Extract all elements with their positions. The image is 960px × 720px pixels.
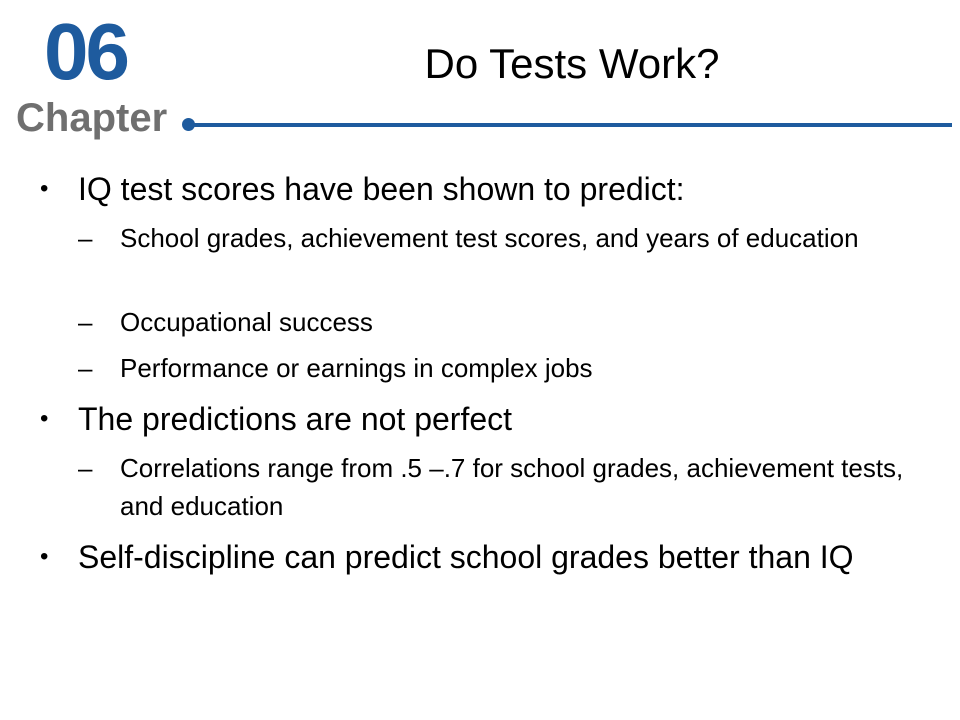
sub-bullet-text: School grades, achievement test scores, … bbox=[120, 223, 859, 253]
sub-bullet-item: – Occupational success bbox=[78, 303, 920, 341]
sub-bullet-item: – School grades, achievement test scores… bbox=[78, 219, 920, 257]
slide-title: Do Tests Work? bbox=[424, 40, 720, 87]
sub-bullet-marker: – bbox=[78, 307, 93, 337]
bullet-marker: • bbox=[40, 543, 49, 570]
bullet-text: IQ test scores have been shown to predic… bbox=[78, 171, 685, 207]
sub-bullet-marker: – bbox=[78, 353, 93, 383]
sub-bullet-marker: – bbox=[78, 453, 93, 483]
sub-bullet-text: Performance or earnings in complex jobs bbox=[120, 353, 593, 383]
bullet-item: • IQ test scores have been shown to pred… bbox=[40, 168, 948, 210]
slide: 06 Chapter Do Tests Work? • IQ test scor… bbox=[0, 0, 960, 720]
sub-bullet-item: – Performance or earnings in complex job… bbox=[78, 349, 920, 387]
title-rule bbox=[188, 123, 952, 127]
bullet-item: • Self-discipline can predict school gra… bbox=[40, 536, 948, 578]
sub-bullet-item: – Correlations range from .5 –.7 for sch… bbox=[78, 449, 920, 525]
bullet-marker: • bbox=[40, 175, 49, 202]
sub-bullet-text: Correlations range from .5 –.7 for schoo… bbox=[120, 453, 904, 521]
bullet-text: The predictions are not perfect bbox=[78, 401, 513, 437]
bullet-marker: • bbox=[40, 405, 49, 432]
sub-bullet-text: Occupational success bbox=[120, 307, 373, 337]
sub-bullet-marker: – bbox=[78, 223, 93, 253]
bullet-item: • The predictions are not perfect bbox=[40, 398, 948, 440]
chapter-label: Chapter bbox=[16, 96, 168, 140]
chapter-number: 06 bbox=[44, 7, 130, 96]
bullet-text: Self-discipline can predict school grade… bbox=[78, 539, 854, 575]
